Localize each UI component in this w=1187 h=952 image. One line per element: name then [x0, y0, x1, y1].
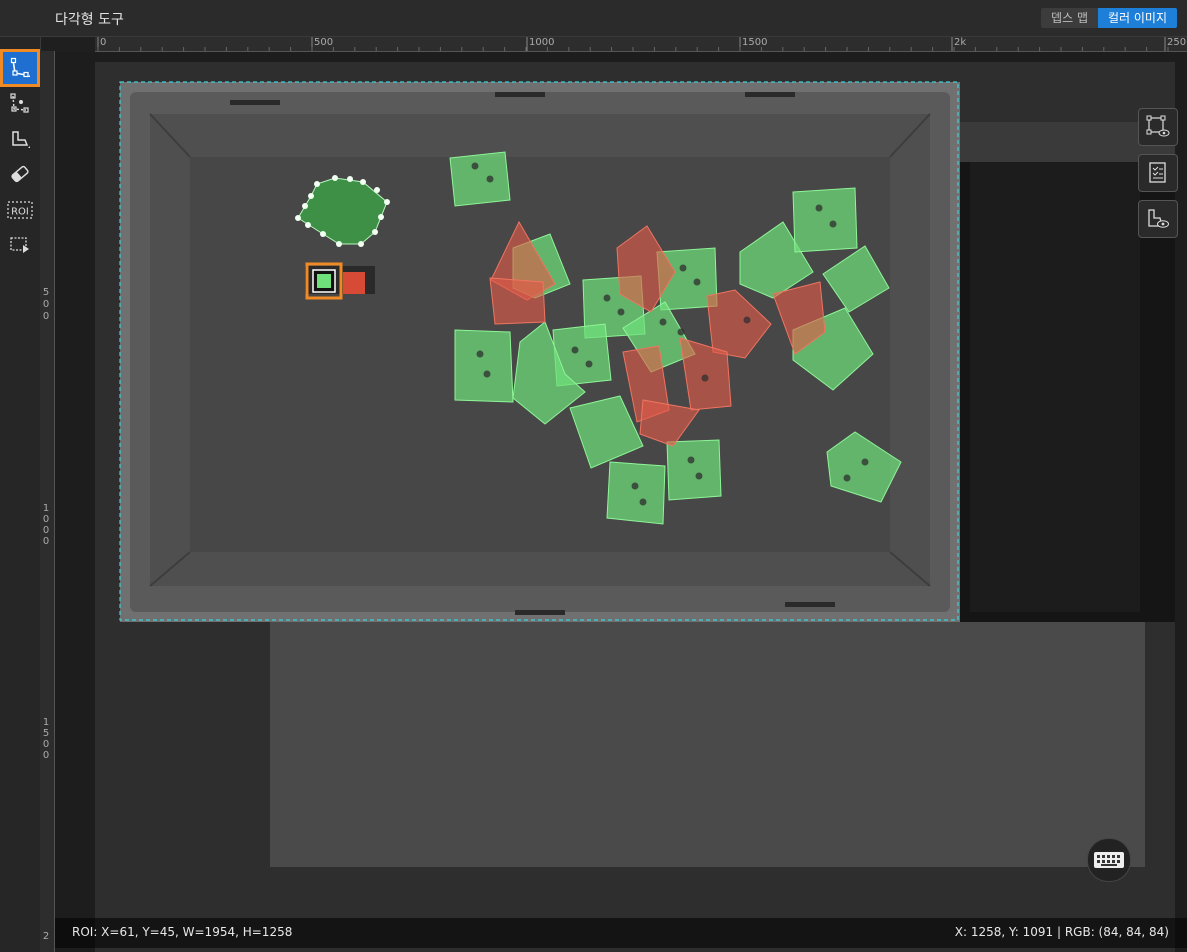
show-mask-button[interactable] [1138, 200, 1178, 238]
bracket-shape-icon [12, 131, 30, 148]
roi-icon: ROI [7, 201, 33, 219]
ruler-label: 0 [100, 37, 107, 48]
label-list-button[interactable] [1138, 154, 1178, 192]
polygon-icon [10, 57, 30, 78]
vertical-ruler: 5 0 0 1 0 0 0 1 5 0 0 2 [40, 51, 55, 952]
view-options-panel [1138, 108, 1178, 246]
polygon-tool-button[interactable] [0, 49, 40, 87]
ruler-label: 1 5 0 0 [42, 717, 50, 761]
cursor-info: X: 1258, Y: 1091 | RGB: (84, 84, 84) [954, 925, 1169, 939]
ruler-label: 1500 [742, 37, 768, 48]
title-bar: 다각형 도구 뎁스 맵 컬러 이미지 [0, 0, 1187, 37]
ruler-label: 2 [42, 931, 50, 942]
roi-tool-button[interactable]: ROI [3, 194, 37, 226]
depth-map-button[interactable]: 뎁스 맵 [1041, 8, 1098, 28]
keyboard-icon [1094, 852, 1124, 868]
show-vertices-button[interactable] [1138, 108, 1178, 146]
point-edit-tool-button[interactable] [3, 87, 37, 119]
image-canvas[interactable] [55, 52, 1187, 952]
ruler-label: 500 [314, 37, 334, 48]
label-list-icon [1149, 162, 1166, 183]
point-edit-icon [10, 93, 29, 113]
color-image-button[interactable]: 컬러 이미지 [1097, 8, 1177, 28]
left-toolbar: ROI [0, 37, 41, 952]
show-vertices-icon [1146, 115, 1170, 137]
ruler-label: 1000 [529, 37, 555, 48]
auto-label-tool-button[interactable] [3, 123, 37, 155]
roi-info: ROI: X=61, Y=45, W=1954, H=1258 [72, 925, 293, 939]
ruler-label: 2k [954, 37, 967, 48]
roi-icon-label: ROI [11, 207, 29, 218]
eraser-icon [11, 165, 29, 183]
eraser-tool-button[interactable] [3, 158, 37, 190]
status-bar: ROI: X=61, Y=45, W=1954, H=1258 X: 1258,… [55, 918, 1187, 948]
ruler-ticks [97, 37, 1169, 51]
view-toggle[interactable]: 뎁스 맵 컬러 이미지 [1041, 8, 1177, 28]
bin-scene [95, 62, 1175, 952]
ruler-label: 5 0 0 [42, 287, 50, 322]
export-tool-button[interactable] [3, 229, 37, 261]
ruler-label: 1 0 0 0 [42, 503, 50, 547]
keyboard-shortcuts-button[interactable] [1087, 838, 1131, 882]
show-mask-icon [1148, 209, 1169, 228]
ruler-label: 250 [1167, 37, 1187, 48]
frame-play-icon [10, 237, 29, 253]
camera-image [95, 62, 1175, 952]
tool-title: 다각형 도구 [55, 12, 124, 28]
horizontal-ruler: 0 500 1000 1500 2k 250 [95, 37, 1187, 52]
